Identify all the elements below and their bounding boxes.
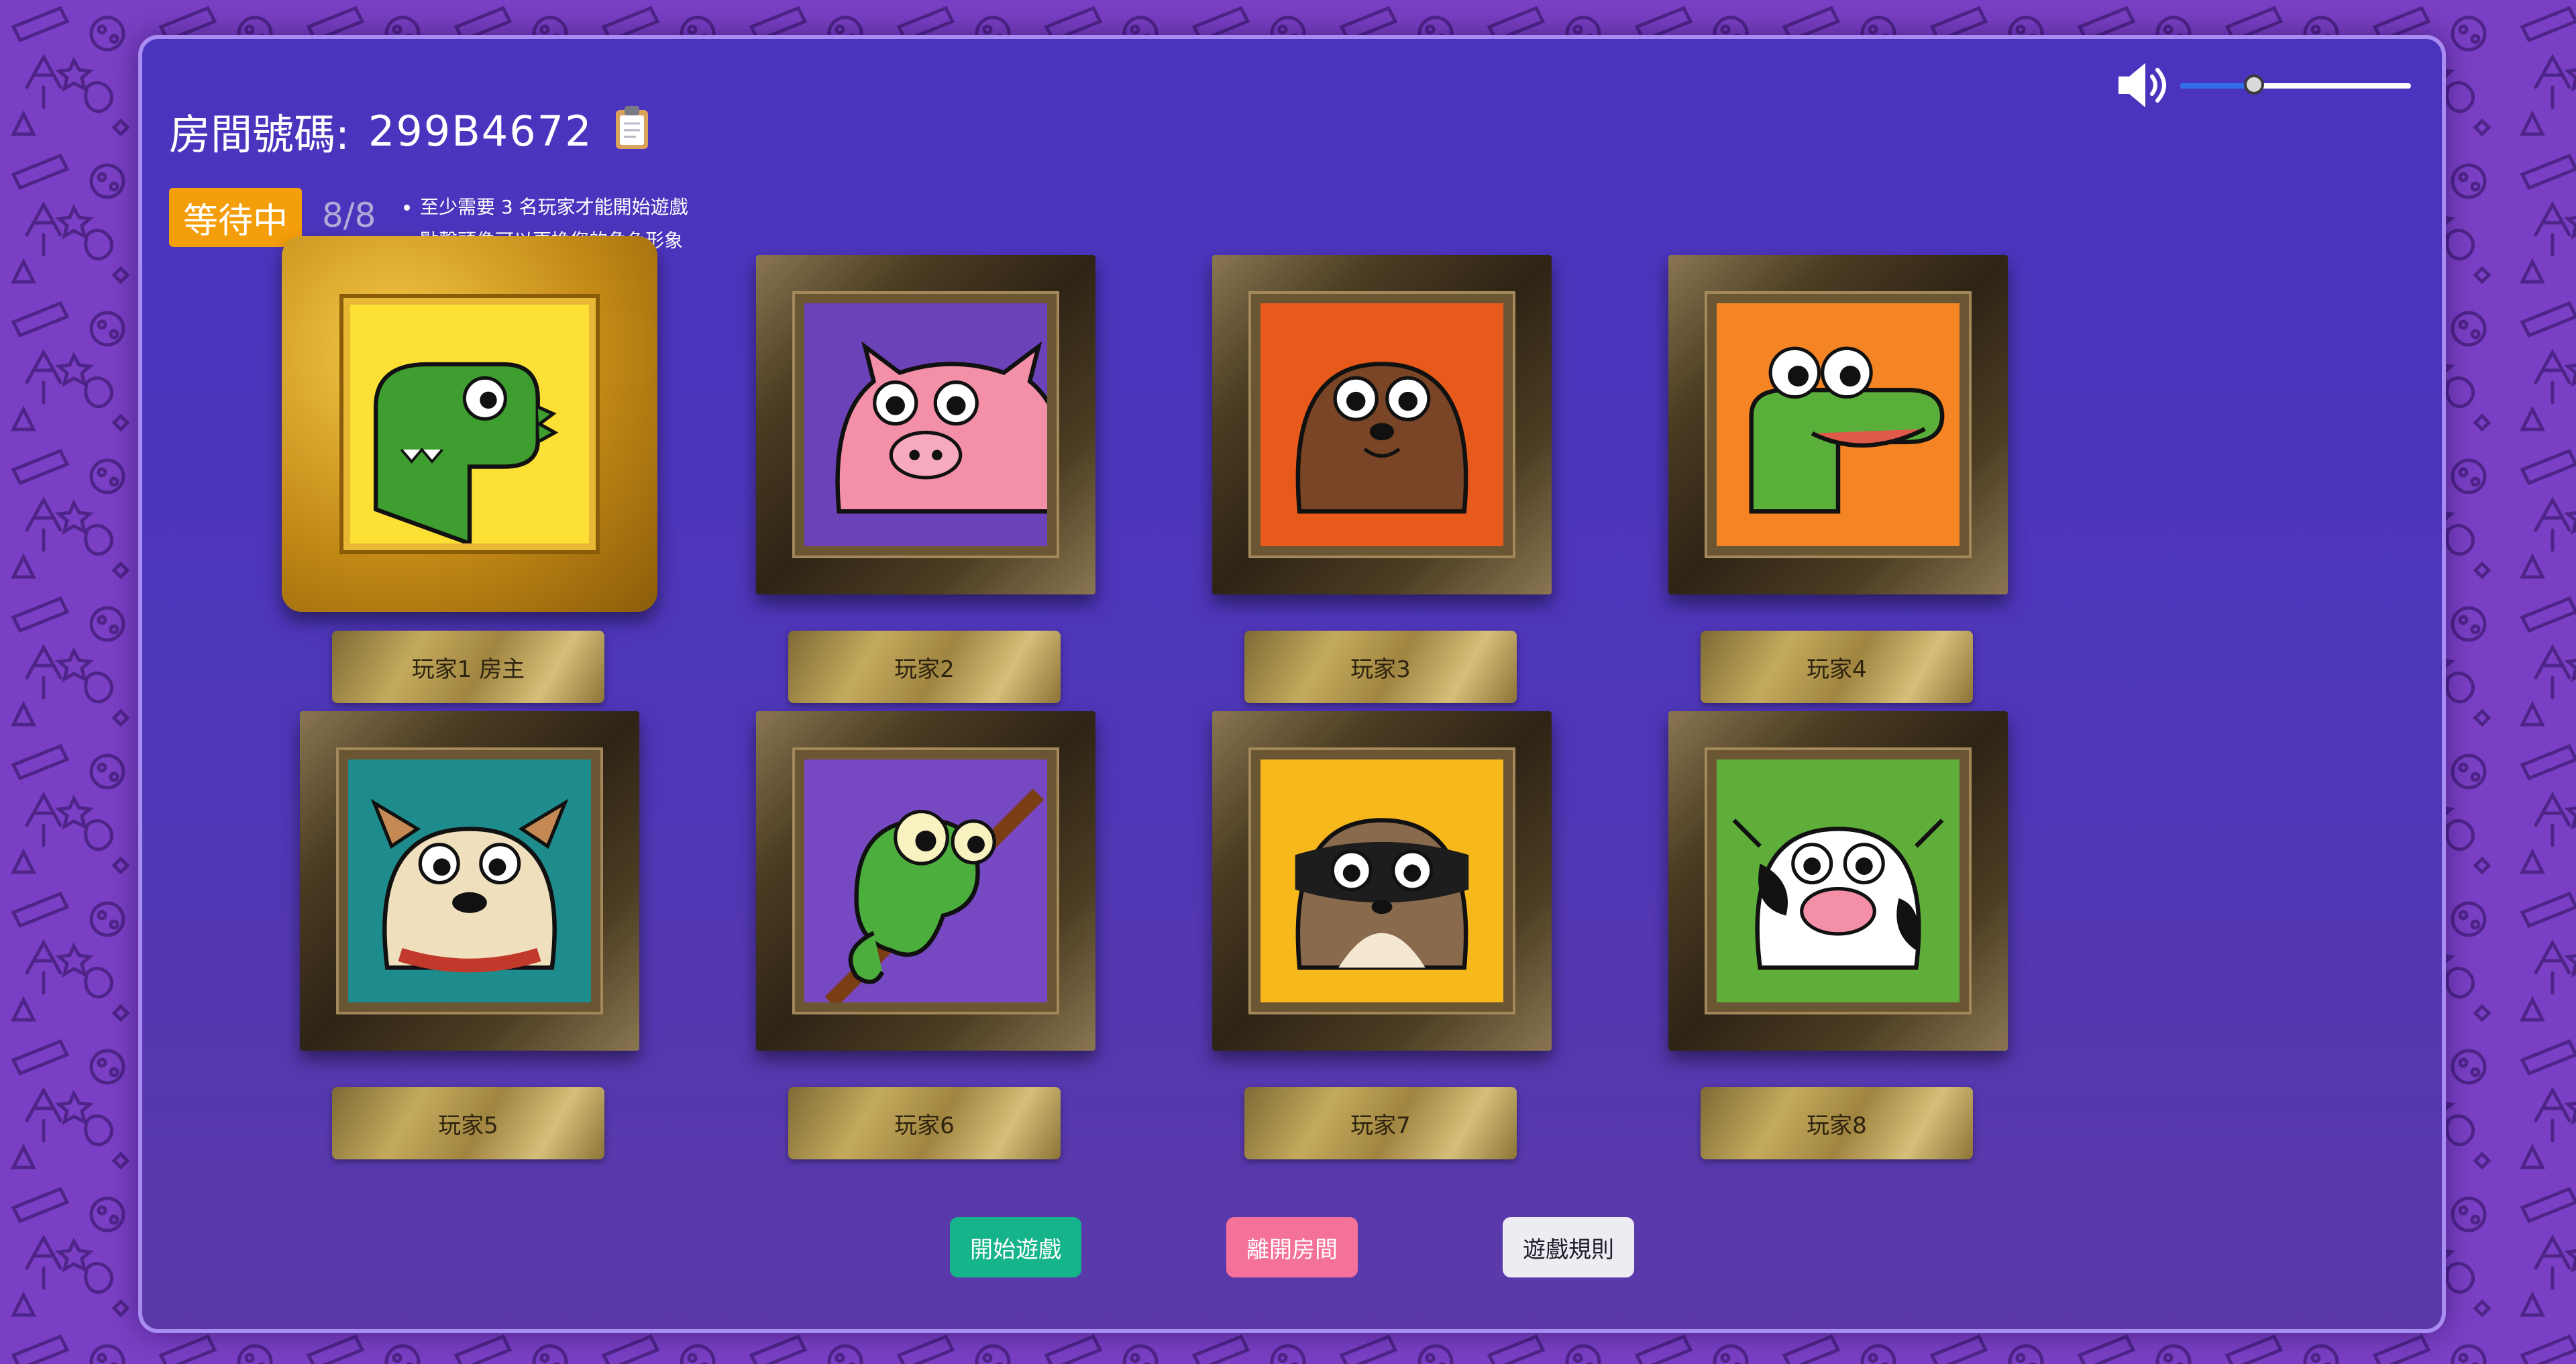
avatar-frame[interactable] bbox=[756, 711, 1095, 1051]
volume-slider-thumb[interactable] bbox=[2244, 74, 2265, 95]
status-badge: 等待中 bbox=[169, 188, 302, 247]
avatar-frame[interactable] bbox=[1212, 255, 1552, 594]
raccoon-avatar-icon[interactable] bbox=[1260, 759, 1503, 1002]
chameleon-avatar-icon[interactable] bbox=[804, 759, 1047, 1002]
bulldog-avatar-icon[interactable] bbox=[348, 759, 591, 1002]
player-slot: 玩家4 bbox=[1650, 255, 2026, 725]
hint-item: 至少需要 3 名玩家才能開始遊戲 bbox=[420, 191, 688, 224]
speaker-icon[interactable] bbox=[2116, 60, 2174, 110]
player-slot: 玩家2 bbox=[738, 255, 1114, 725]
player-name-plate: 玩家3 bbox=[1244, 631, 1517, 703]
volume-control bbox=[2116, 55, 2411, 115]
player-slot: 玩家5 bbox=[282, 711, 657, 1181]
player-slot: 玩家1 房主 bbox=[282, 236, 657, 725]
room-code: 299B4672 bbox=[368, 106, 593, 156]
player-slot: 玩家7 bbox=[1194, 711, 1570, 1181]
avatar-frame[interactable] bbox=[282, 236, 657, 612]
player-count: 8/8 bbox=[322, 196, 376, 235]
player-name-plate: 玩家7 bbox=[1244, 1087, 1517, 1159]
player-name-plate: 玩家2 bbox=[788, 631, 1061, 703]
room-panel: 房間號碼: 299B4672 等待中 8/8 至少需要 3 名玩家才能開始遊戲 … bbox=[138, 35, 2446, 1333]
player-slot: 玩家3 bbox=[1194, 255, 1570, 725]
player-name-plate: 玩家8 bbox=[1701, 1087, 1973, 1159]
avatar-frame[interactable] bbox=[1668, 711, 2008, 1051]
volume-slider[interactable] bbox=[2180, 74, 2411, 95]
player-slot: 玩家6 bbox=[738, 711, 1114, 1181]
avatar-frame-inner bbox=[795, 750, 1057, 1012]
avatar-frame-inner bbox=[795, 294, 1057, 556]
player-name-plate: 玩家5 bbox=[332, 1087, 604, 1159]
dinosaur-avatar-icon[interactable] bbox=[350, 305, 589, 543]
volume-slider-fill bbox=[2180, 83, 2255, 89]
avatar-frame-inner bbox=[339, 750, 600, 1012]
room-number-label: 房間號碼: bbox=[169, 110, 350, 159]
room-title: 房間號碼: 299B4672 bbox=[169, 101, 593, 161]
avatar-frame[interactable] bbox=[1212, 711, 1552, 1051]
avatar-frame-inner bbox=[1707, 750, 1969, 1012]
otter-avatar-icon[interactable] bbox=[1260, 303, 1503, 546]
avatar-frame-inner bbox=[343, 298, 596, 550]
start-game-button[interactable]: 開始遊戲 bbox=[950, 1217, 1081, 1277]
player-name-plate: 玩家4 bbox=[1701, 631, 1973, 703]
cow-avatar-icon[interactable] bbox=[1717, 759, 1960, 1002]
crocodile-avatar-icon[interactable] bbox=[1717, 303, 1960, 546]
avatar-frame-inner bbox=[1251, 294, 1513, 556]
avatar-frame[interactable] bbox=[756, 255, 1095, 594]
game-rules-button[interactable]: 遊戲規則 bbox=[1503, 1217, 1634, 1277]
player-slot: 玩家8 bbox=[1650, 711, 2026, 1181]
clipboard-copy-icon[interactable] bbox=[613, 105, 651, 152]
avatar-frame-inner bbox=[1251, 750, 1513, 1012]
leave-room-button[interactable]: 離開房間 bbox=[1226, 1217, 1358, 1277]
player-name-plate: 玩家6 bbox=[788, 1087, 1061, 1159]
avatar-frame[interactable] bbox=[300, 711, 639, 1051]
pig-avatar-icon[interactable] bbox=[804, 303, 1047, 546]
player-name-plate: 玩家1 房主 bbox=[332, 631, 604, 703]
avatar-frame[interactable] bbox=[1668, 255, 2008, 594]
avatar-frame-inner bbox=[1707, 294, 1969, 556]
